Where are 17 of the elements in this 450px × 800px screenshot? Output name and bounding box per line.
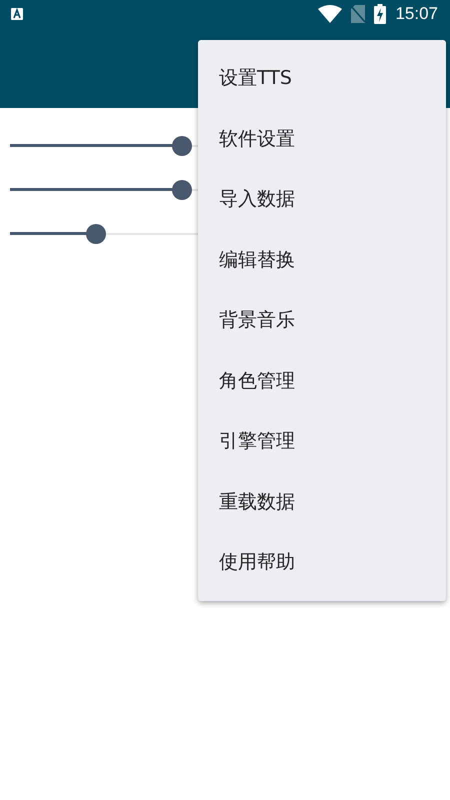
menu-item[interactable]: 使用帮助: [198, 532, 446, 592]
menu-item[interactable]: 设置TTS: [198, 48, 446, 108]
menu-item[interactable]: 导入数据: [198, 169, 446, 230]
menu-item[interactable]: 重载数据: [198, 472, 446, 532]
menu-item[interactable]: 背景音乐: [198, 290, 446, 350]
slider-thumb[interactable]: [86, 224, 106, 244]
menu-item[interactable]: 软件设置: [198, 108, 446, 169]
status-time: 15:07: [395, 4, 438, 24]
slider-thumb[interactable]: [172, 136, 192, 156]
wifi-icon: [318, 5, 342, 23]
notification-icon: [11, 8, 23, 20]
no-sim-icon: [351, 5, 366, 23]
menu-item[interactable]: 引擎管理: [198, 411, 446, 472]
menu-item[interactable]: 编辑替换: [198, 230, 446, 290]
menu-item[interactable]: 角色管理: [198, 350, 446, 411]
battery-charging-icon: [374, 4, 386, 24]
slider-thumb[interactable]: [172, 180, 192, 200]
